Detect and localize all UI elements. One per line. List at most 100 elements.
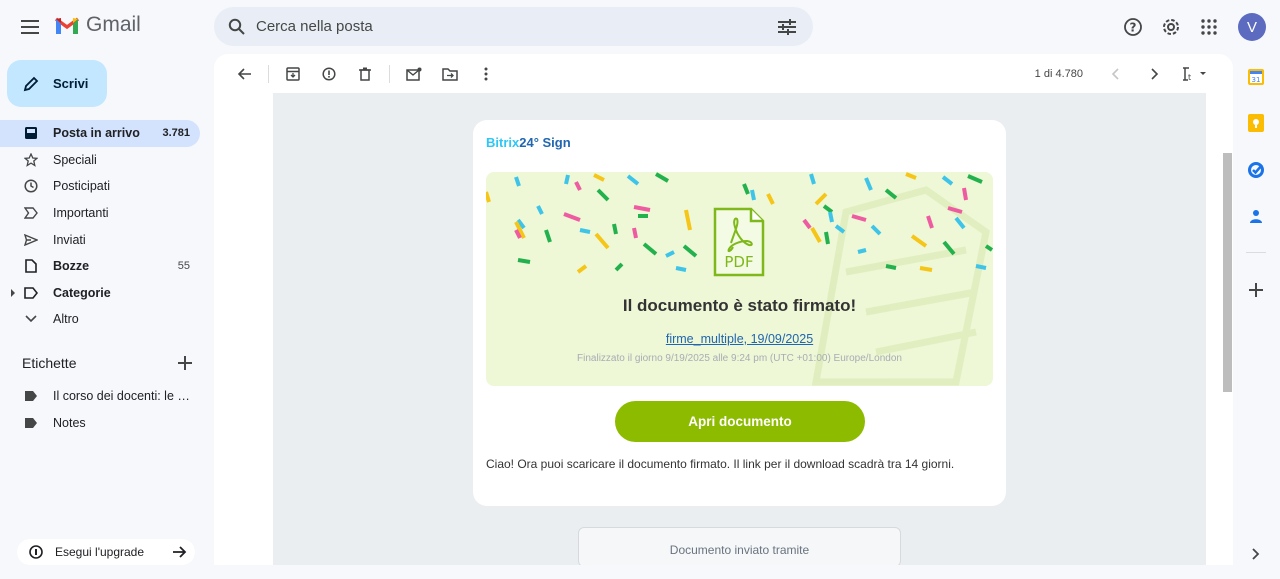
chevron-down-icon (22, 310, 40, 328)
sidebar-nav: Posta in arrivo 3.781 Speciali Posticipa… (0, 120, 210, 333)
sidebar-item-drafts[interactable]: Bozze 55 (0, 253, 200, 280)
top-bar: Gmail ? V (0, 0, 1280, 54)
signed-banner: PDF Il documento è stato firmato! firme_… (486, 172, 993, 386)
toolbar-right: 1 di 4.780 t (1035, 54, 1213, 93)
tasks-app-icon[interactable] (1247, 161, 1265, 179)
side-apps-panel: 31 (1238, 54, 1280, 579)
move-to-icon[interactable] (432, 56, 468, 92)
important-icon (22, 204, 40, 222)
document-link[interactable]: firme_multiple, 19/09/2025 (486, 332, 993, 346)
label-icon (22, 414, 40, 432)
gmail-logo[interactable]: Gmail (54, 13, 141, 37)
archive-icon[interactable] (275, 56, 311, 92)
app-name: Gmail (86, 13, 141, 36)
apps-grid-icon[interactable] (1194, 10, 1224, 44)
draft-icon (22, 257, 40, 275)
sidebar-item-starred[interactable]: Speciali (0, 147, 200, 174)
more-vert-icon[interactable] (468, 56, 504, 92)
sidebar-item-categories[interactable]: Categorie (0, 280, 200, 307)
sidebar-item-snoozed[interactable]: Posticipati (0, 173, 200, 200)
upgrade-label: Esegui l'upgrade (55, 545, 145, 559)
search-icon[interactable] (218, 18, 256, 36)
sidebar-item-label: Inviati (53, 232, 86, 247)
top-right-controls: ? V (1118, 10, 1266, 44)
finalized-info: Finalizzato il giorno 9/19/2025 alle 9:2… (577, 353, 902, 364)
sidebar-item-label: Speciali (53, 152, 97, 167)
pdf-icon: PDF (713, 207, 765, 277)
sidebar-label-course[interactable]: Il corso dei docenti: le le... (0, 383, 200, 410)
search-options-icon[interactable] (767, 18, 807, 35)
expand-caret-icon[interactable] (11, 288, 15, 297)
label-icon (22, 387, 40, 405)
pencil-icon (23, 76, 39, 91)
bitrix24-sign-logo: Bitrix24° Sign (486, 135, 571, 150)
svg-text:31: 31 (1252, 76, 1261, 84)
toolbar-divider (268, 64, 269, 83)
input-tools-icon[interactable]: t (1177, 56, 1213, 92)
signed-title: Il documento è stato firmato! (622, 296, 857, 315)
inbox-icon (22, 124, 40, 142)
account-avatar[interactable]: V (1238, 13, 1266, 41)
draft-count: 55 (177, 260, 190, 273)
sidebar-item-more[interactable]: Altro (0, 306, 200, 333)
calendar-app-icon[interactable]: 31 (1247, 68, 1265, 86)
sidebar-item-label: Notes (53, 415, 86, 430)
sidebar-item-label: Posticipati (53, 179, 110, 194)
add-label-icon[interactable] (178, 356, 192, 370)
svg-text:PDF: PDF (724, 253, 753, 271)
scrollbar-thumb[interactable] (1223, 153, 1232, 392)
upgrade-icon (29, 545, 43, 559)
message-toolbar: 1 di 4.780 t (214, 54, 1233, 93)
sidebar-item-sent[interactable]: Inviati (0, 226, 200, 253)
upgrade-button[interactable]: Esegui l'upgrade (17, 539, 195, 565)
compose-button[interactable]: Scrivi (7, 60, 107, 107)
add-app-icon[interactable] (1247, 281, 1265, 299)
labels-header: Etichette (22, 355, 192, 371)
sidebar-item-label: Bozze (53, 259, 90, 274)
compose-label: Scrivi (53, 76, 89, 91)
label-outline-icon (22, 284, 40, 302)
sidebar-label-notes[interactable]: Notes (0, 410, 200, 437)
sidebar-item-label: Altro (53, 312, 79, 327)
trash-icon[interactable] (347, 56, 383, 92)
star-icon (22, 151, 40, 169)
hamburger-icon (21, 20, 39, 34)
chevron-right-icon[interactable] (1137, 56, 1173, 92)
message-view: 1 di 4.780 t Bitrix24° Sign PDF Il docum… (214, 54, 1233, 565)
send-icon (22, 231, 40, 249)
help-icon[interactable]: ? (1118, 10, 1148, 44)
open-document-button[interactable]: Apri documento (615, 401, 865, 442)
search-input[interactable] (256, 18, 767, 35)
keep-app-icon[interactable] (1247, 114, 1265, 132)
svg-text:t: t (1188, 73, 1191, 81)
sidebar-item-label: Posta in arrivo (53, 126, 140, 141)
email-body-text: Ciao! Ora puoi scaricare il documento fi… (486, 457, 955, 471)
sidebar-item-inbox[interactable]: Posta in arrivo 3.781 (0, 120, 200, 147)
email-card: Bitrix24° Sign PDF Il documento è stato … (473, 120, 1006, 506)
report-spam-icon[interactable] (311, 56, 347, 92)
sidebar-item-label: Categorie (53, 285, 111, 300)
labels-heading: Etichette (22, 355, 77, 371)
clock-icon (22, 177, 40, 195)
sidebar-item-label: Il corso dei docenti: le le... (53, 389, 190, 404)
settings-gear-icon[interactable] (1156, 10, 1186, 44)
expand-panel-icon[interactable] (1247, 545, 1265, 563)
search-bar[interactable] (214, 7, 813, 46)
main-menu-button[interactable] (14, 11, 46, 43)
email-body-area: Bitrix24° Sign PDF Il documento è stato … (273, 93, 1206, 565)
gmail-m-icon (54, 17, 80, 34)
sidebar-item-label: Importanti (53, 206, 109, 221)
back-arrow-icon[interactable] (226, 56, 262, 92)
apps-divider (1246, 252, 1266, 253)
sidebar-item-important[interactable]: Importanti (0, 200, 200, 227)
svg-text:?: ? (1130, 21, 1137, 35)
pagination-text: 1 di 4.780 (1034, 67, 1083, 80)
sent-via-footer: Documento inviato tramite (578, 527, 901, 565)
label-list: Il corso dei docenti: le le... Notes (0, 383, 210, 436)
contacts-app-icon[interactable] (1247, 207, 1265, 225)
unread-count: 3.781 (162, 127, 190, 140)
chevron-left-icon[interactable] (1097, 56, 1133, 92)
mark-unread-icon[interactable] (396, 56, 432, 92)
toolbar-divider (389, 64, 390, 83)
arrow-right-icon (173, 546, 187, 558)
